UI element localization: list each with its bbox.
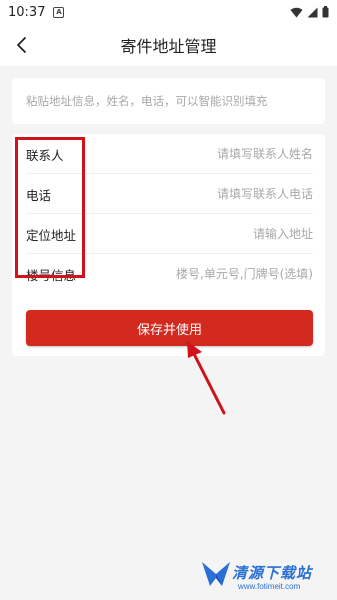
form-row-location: 定位地址 <box>12 214 325 254</box>
form-row-phone: 电话 <box>12 174 325 214</box>
phone-input[interactable] <box>123 187 313 201</box>
watermark: 清源下载站 www.fotimeit.com <box>200 556 332 596</box>
smart-paste-input[interactable] <box>26 94 311 108</box>
header-bar: 寄件地址管理 <box>0 24 337 66</box>
signal-icon <box>307 7 318 17</box>
page-title: 寄件地址管理 <box>120 37 217 56</box>
watermark-logo-icon <box>202 562 230 586</box>
contact-label: 联系人 <box>26 147 64 163</box>
chevron-left-icon <box>17 37 26 53</box>
watermark-url: www.fotimeit.com <box>238 582 301 591</box>
watermark-name: 清源下载站 <box>232 564 313 582</box>
form-row-building: 楼号信息 <box>12 254 325 294</box>
battery-icon <box>322 6 329 18</box>
smart-paste-card <box>12 78 325 124</box>
status-left: 10:37 A <box>8 4 65 20</box>
contact-name-input[interactable] <box>123 147 313 161</box>
status-right <box>290 6 329 18</box>
status-time: 10:37 <box>8 4 46 20</box>
save-and-use-button[interactable]: 保存并使用 <box>26 310 313 346</box>
building-label: 楼号信息 <box>26 267 77 283</box>
back-button[interactable] <box>10 33 34 57</box>
building-info-input[interactable] <box>123 267 313 281</box>
a-icon: A <box>53 6 65 18</box>
phone-label: 电话 <box>26 187 52 203</box>
wifi-icon <box>290 7 303 17</box>
location-label: 定位地址 <box>26 227 77 243</box>
status-bar: 10:37 A <box>0 0 337 24</box>
form-row-contact: 联系人 <box>12 134 325 174</box>
location-address-input[interactable] <box>123 227 313 241</box>
